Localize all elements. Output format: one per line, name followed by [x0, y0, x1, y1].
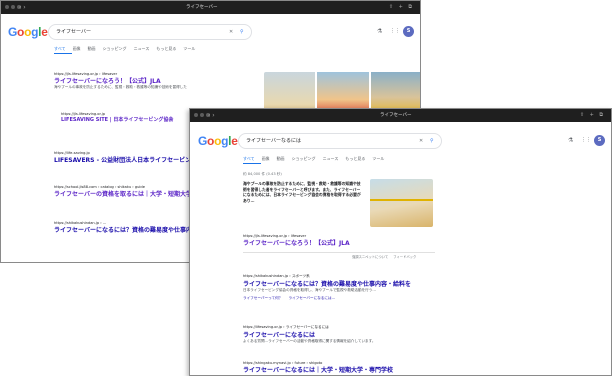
featured-snippet-footer: 強調スニペットについて フィードバック: [352, 254, 416, 259]
result-3: https://school.jls88.com › catalog › shi…: [54, 185, 192, 198]
tab-tools[interactable]: ツール: [183, 46, 195, 52]
tab-more[interactable]: もっと見る: [345, 156, 365, 162]
search-box[interactable]: ライフセーバー ✕ ⚲: [48, 24, 252, 40]
tab-news[interactable]: ニュース: [323, 156, 339, 162]
sitelink[interactable]: ライフセーバーになるには…: [288, 296, 335, 300]
browser-toolbar: ‹ › ライフセーバー ⇪ + ⧉: [190, 109, 611, 122]
search-tabs: すべて 画像 動画 ショッピング ニュース もっと見る ツール: [243, 156, 391, 162]
result-1: https://shikakushindan.jp › スポーツ系 ライフセーバ…: [243, 274, 463, 301]
about-snippet-link[interactable]: 強調スニペットについて: [352, 255, 388, 259]
tab-images[interactable]: 画像: [73, 46, 81, 52]
window-close-button[interactable]: [194, 113, 198, 117]
gear-icon[interactable]: ⚗: [377, 28, 382, 35]
google-logo[interactable]: Google: [8, 25, 48, 39]
result-sitelinks: ライフセーバーって何？ ライフセーバーになるには…: [243, 296, 463, 301]
tab-videos[interactable]: 動画: [277, 156, 285, 162]
tab-tools[interactable]: ツール: [372, 156, 384, 162]
account-avatar[interactable]: S: [403, 26, 414, 37]
browser-window-front: ‹ › ライフセーバー ⇪ + ⧉ Google ライフセーバーなるには ✕ ⚲…: [189, 108, 612, 376]
search-box[interactable]: ライフセーバーなるには ✕ ⚲: [238, 133, 442, 149]
tab-images[interactable]: 画像: [262, 156, 270, 162]
result-title-link[interactable]: ライフセーバーになるには？資格の難易度や仕事内容・給料を: [243, 279, 463, 288]
apps-grid-icon[interactable]: ⋮⋮: [581, 137, 591, 143]
active-tab-underline: [243, 163, 261, 164]
tab-more[interactable]: もっと見る: [156, 46, 176, 52]
search-tabs: すべて 画像 動画 ショッピング ニュース もっと見る ツール: [54, 46, 202, 52]
featured-snippet-image[interactable]: [370, 179, 433, 227]
google-logo[interactable]: Google: [198, 134, 238, 148]
clear-icon[interactable]: ✕: [229, 25, 233, 39]
toolbar-icons[interactable]: ⇪ + ⧉: [389, 1, 414, 14]
sitelink[interactable]: ライフセーバーって何？: [243, 296, 282, 300]
search-input[interactable]: ライフセーバーなるには: [246, 134, 301, 148]
feedback-link[interactable]: フィードバック: [393, 255, 416, 259]
active-tab-underline: [54, 53, 72, 54]
result-title-link[interactable]: ライフセーバーになろう！【公式】JLA: [54, 76, 254, 85]
result-snippet: 海やプールの事故を防止するために、監視・救助・救護等の知識や技術を習得した: [54, 85, 187, 89]
tab-news[interactable]: ニュース: [134, 46, 150, 52]
clear-icon[interactable]: ✕: [419, 134, 423, 148]
back-forward-icon[interactable]: ‹ ›: [19, 1, 26, 14]
window-minimize-button[interactable]: [200, 113, 204, 117]
search-input[interactable]: ライフセーバー: [56, 25, 91, 39]
gear-icon[interactable]: ⚗: [568, 137, 573, 144]
address-bar[interactable]: ライフセーバー: [186, 1, 217, 14]
result-1-sitelink: https://jls.lifesaving.or.jp LIFESAVING …: [61, 112, 173, 123]
toolbar-icons[interactable]: ⇪ + ⧉: [580, 109, 605, 122]
window-close-button[interactable]: [5, 5, 9, 9]
browser-toolbar: ‹ › ライフセーバー ⇪ + ⧉: [1, 1, 420, 14]
result-title-link[interactable]: ライフセーバーになるには？資格の難易度や仕事内容: [54, 225, 198, 234]
result-4: https://shikakushindan.jp › ... ライフセーバーに…: [54, 221, 198, 234]
tab-videos[interactable]: 動画: [88, 46, 96, 52]
result-snippet: よくある質問…ライフセーバーの活動や資格取得に関する情報を紹介しています。: [243, 339, 376, 343]
result-snippet: 日本ライフセービング協会の資格を取得し、海やプールで監視や救助活動を行う…: [243, 288, 376, 292]
back-forward-icon[interactable]: ‹ ›: [208, 109, 215, 122]
result-title-link[interactable]: ライフセーバーになろう！【公式】JLA: [243, 238, 350, 247]
address-bar[interactable]: ライフセーバー: [380, 109, 411, 122]
result-1: https://jls.lifesaving.or.jp › lifesaver…: [54, 72, 254, 91]
result-stats: 約 84,000 件 (0.43 秒): [243, 172, 282, 176]
window-minimize-button[interactable]: [11, 5, 15, 9]
tab-all[interactable]: すべて: [243, 156, 255, 162]
apps-grid-icon[interactable]: ⋮⋮: [390, 28, 400, 34]
account-avatar[interactable]: S: [594, 135, 605, 146]
image-detail: [370, 199, 433, 201]
result-title-link[interactable]: ライフセーバーになるには｜大学・短期大学・専門学校: [243, 365, 393, 374]
result-2: https://lifesaving.or.jp › ライフセーバーになるには …: [243, 325, 463, 345]
result-title-link[interactable]: LIFESAVING SITE | 日本ライフセービング協会: [61, 116, 173, 123]
result-title-link[interactable]: LIFESAVERS - 公益財団法人日本ライフセービング: [54, 155, 197, 164]
featured-snippet-source: https://jls.lifesaving.or.jp › lifesaver…: [243, 234, 350, 247]
result-title-link[interactable]: ライフセーバーの資格を取るには｜大学・短期大学: [54, 189, 192, 198]
tab-shopping[interactable]: ショッピング: [103, 46, 127, 52]
tab-all[interactable]: すべて: [54, 46, 66, 52]
result-title-link[interactable]: ライフセーバーになるには: [243, 330, 463, 339]
featured-snippet-text: 海やプールの事故を防止するために、監視・救助・救護等の知識や技術を習得した者をラ…: [243, 181, 361, 203]
result-2: https://life-saving.jp LIFESAVERS - 公益財団…: [54, 151, 197, 164]
result-3: https://shingaku.mynavi.jp › future › sh…: [243, 361, 393, 374]
search-icon[interactable]: ⚲: [240, 25, 244, 39]
search-icon[interactable]: ⚲: [430, 134, 434, 148]
tab-shopping[interactable]: ショッピング: [292, 156, 316, 162]
